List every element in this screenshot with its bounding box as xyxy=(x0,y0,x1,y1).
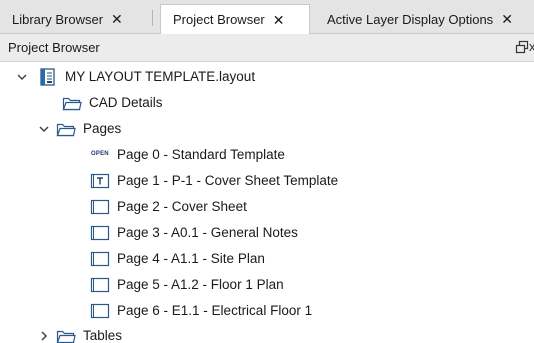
page-icon xyxy=(90,276,110,294)
tab-label: Library Browser xyxy=(12,11,104,27)
tree-item-page-5[interactable]: Page 5 - A1.2 - Floor 1 Plan xyxy=(0,273,534,297)
tree-item-page-4[interactable]: Page 4 - A1.1 - Site Plan xyxy=(0,247,534,271)
project-browser-window: Library Browser ✕ Project Browser ✕ Acti… xyxy=(0,0,534,343)
tree-item-tables[interactable]: Tables xyxy=(0,324,534,343)
tab-label: Active Layer Display Options xyxy=(327,11,494,27)
template-page-icon xyxy=(90,172,110,190)
chevron-right-icon[interactable] xyxy=(38,330,50,342)
folder-icon xyxy=(56,120,76,138)
chevron-down-icon[interactable] xyxy=(16,71,28,83)
folder-icon xyxy=(56,327,76,343)
tree-item-layout-file[interactable]: MY LAYOUT TEMPLATE.layout xyxy=(0,65,534,89)
tree-item-pages[interactable]: Pages xyxy=(0,117,534,141)
tab-library-browser[interactable]: Library Browser ✕ xyxy=(12,4,123,34)
tree-item-label: CAD Details xyxy=(89,95,163,110)
close-icon[interactable]: ✕ xyxy=(501,12,513,26)
layout-file-icon xyxy=(38,68,58,86)
project-tree: MY LAYOUT TEMPLATE.layout CAD Details Pa… xyxy=(0,62,534,343)
tree-item-label: MY LAYOUT TEMPLATE.layout xyxy=(65,69,256,84)
tree-item-label: Page 5 - A1.2 - Floor 1 Plan xyxy=(117,277,284,292)
tree-item-page-0[interactable]: OPEN Page 0 - Standard Template xyxy=(0,143,534,167)
panel-close-icon[interactable]: x xyxy=(529,39,534,54)
tree-item-page-3[interactable]: Page 3 - A0.1 - General Notes xyxy=(0,221,534,245)
close-icon[interactable]: ✕ xyxy=(273,13,285,27)
close-icon[interactable]: ✕ xyxy=(111,12,123,26)
tree-item-label: Page 6 - E1.1 - Electrical Floor 1 xyxy=(117,303,313,318)
chevron-down-icon[interactable] xyxy=(38,123,50,135)
page-icon xyxy=(90,198,110,216)
undock-icon[interactable] xyxy=(514,39,530,55)
tree-item-label: Page 2 - Cover Sheet xyxy=(117,199,247,214)
tree-item-label: Page 1 - P-1 - Cover Sheet Template xyxy=(117,173,339,188)
tab-strip: Library Browser ✕ Project Browser ✕ Acti… xyxy=(0,0,534,35)
open-badge-icon: OPEN xyxy=(91,151,109,157)
panel-header: Project Browser x xyxy=(0,34,534,62)
tab-project-browser[interactable]: Project Browser ✕ xyxy=(160,4,310,35)
tab-divider xyxy=(152,10,153,26)
tree-item-page-1[interactable]: Page 1 - P-1 - Cover Sheet Template xyxy=(0,169,534,193)
tree-item-label: Page 3 - A0.1 - General Notes xyxy=(117,225,298,240)
tree-item-cad-details[interactable]: CAD Details xyxy=(0,91,534,115)
tree-item-page-2[interactable]: Page 2 - Cover Sheet xyxy=(0,195,534,219)
page-icon xyxy=(90,250,110,268)
tree-item-label: Page 0 - Standard Template xyxy=(117,147,285,162)
tree-item-label: Pages xyxy=(83,121,122,136)
tree-item-label: Page 4 - A1.1 - Site Plan xyxy=(117,251,265,266)
panel-title: Project Browser xyxy=(8,40,100,55)
page-icon xyxy=(90,224,110,242)
tab-label: Project Browser xyxy=(173,12,265,27)
tree-item-label: Tables xyxy=(83,328,123,343)
tab-active-layer-display-options[interactable]: Active Layer Display Options ✕ xyxy=(327,4,513,34)
tree-item-page-6[interactable]: Page 6 - E1.1 - Electrical Floor 1 xyxy=(0,299,534,323)
page-icon xyxy=(90,302,110,320)
folder-icon xyxy=(62,94,82,112)
